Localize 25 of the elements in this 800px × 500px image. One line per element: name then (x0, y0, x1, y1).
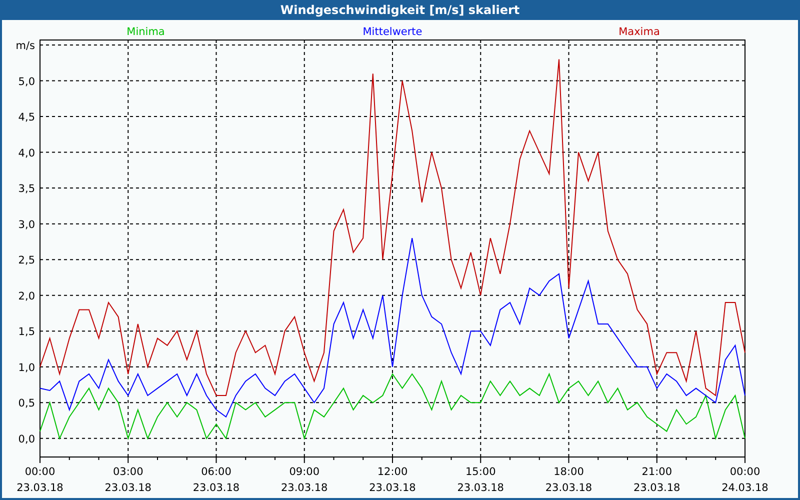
y-tick-label: 2,0 (18, 290, 35, 302)
x-tick-label: 03:00 23.03.18 (104, 466, 152, 494)
y-tick-label: 4,0 (18, 147, 35, 160)
y-tick-label: 4,5 (18, 112, 35, 124)
legend-label: Minima (126, 26, 165, 38)
x-tick-label: 15:00 23.03.18 (457, 466, 504, 494)
y-tick-label: 1,0 (18, 362, 35, 374)
y-tick-label: 3,5 (18, 183, 35, 196)
x-tick-label: 06:00 23.03.18 (192, 466, 240, 494)
x-tick-label: 09:00 23.03.18 (281, 466, 328, 494)
y-tick-label: m/s (16, 40, 35, 52)
legend-label: Mittelwerte (362, 26, 422, 38)
x-tick-label: 00:00 23.03.18 (16, 466, 64, 494)
x-tick-label: 00:00 24.03.18 (722, 466, 768, 494)
y-tick-label: 2,5 (18, 254, 35, 267)
window-title: Windgeschwindigkeit [m/s] skaliert (2, 0, 798, 20)
y-tick-label: 5,0 (18, 76, 35, 88)
y-tick-label: 3,0 (18, 218, 35, 231)
y-tick-label: 0,5 (18, 398, 35, 410)
x-tick-label: 12:00 23.03.18 (369, 466, 416, 494)
legend-label: Maxima (618, 26, 660, 38)
x-tick-label: 21:00 23.03.18 (634, 466, 680, 494)
y-tick-label: 0,0 (18, 433, 35, 446)
x-tick-label: 18:00 23.03.18 (545, 466, 592, 494)
y-tick-label: 1,5 (18, 326, 35, 338)
